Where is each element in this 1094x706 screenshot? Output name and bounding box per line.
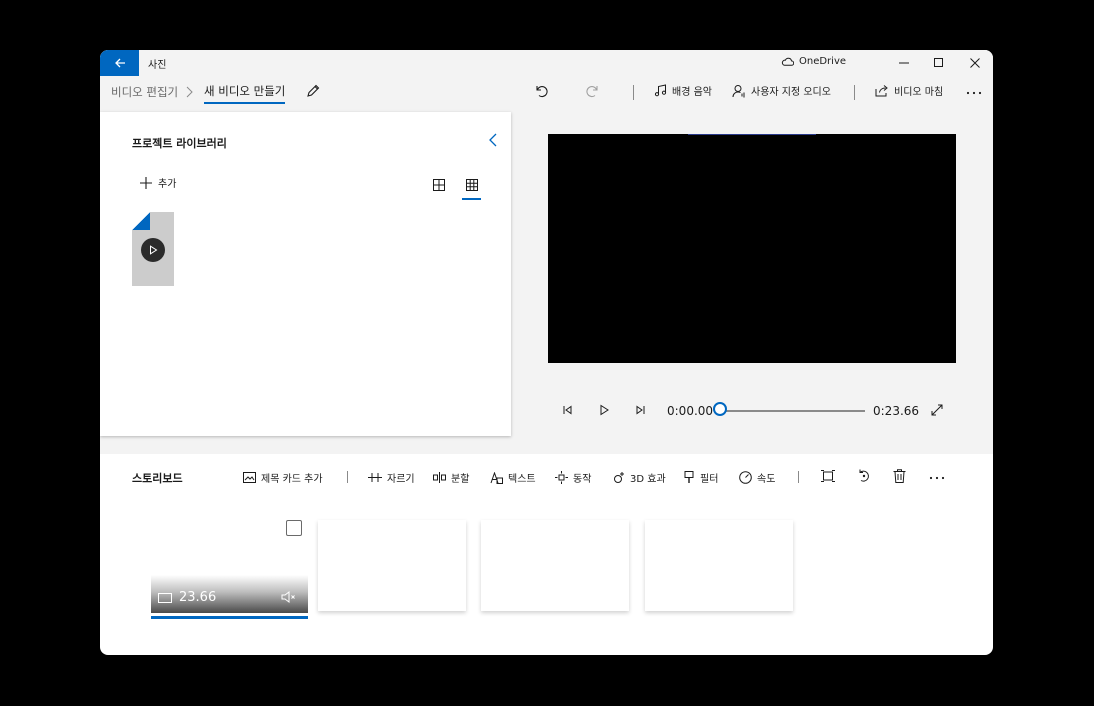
custom-audio-button[interactable]: 사용자 지정 오디오 [732, 83, 831, 98]
add-title-card-button[interactable]: 제목 카드 추가 [243, 470, 323, 485]
clip-duration: 23.66 [179, 590, 217, 605]
app-window: 사진 OneDrive 비디오 편집기 새 비디오 만들기 배경 음악 사용자 … [100, 50, 993, 655]
video-preview[interactable] [548, 134, 956, 363]
title-bar: 사진 OneDrive [100, 50, 993, 76]
motion-icon [555, 471, 568, 484]
title-card-icon [243, 472, 256, 483]
play-icon [150, 245, 158, 255]
person-audio-icon [732, 84, 745, 97]
add-title-card-label: 제목 카드 추가 [261, 474, 323, 485]
command-bar: 비디오 편집기 새 비디오 만들기 배경 음악 사용자 지정 오디오 비디오 마… [100, 76, 993, 112]
filters-button[interactable]: 필터 [684, 470, 718, 485]
selected-corner-marker [132, 212, 150, 230]
small-grid-icon [465, 179, 478, 191]
small-grid-view-button[interactable] [462, 176, 481, 200]
more-options-icon[interactable] [966, 91, 982, 95]
empty-storyboard-slot[interactable] [481, 520, 629, 611]
maximize-icon [934, 58, 943, 67]
play-overlay-button[interactable] [141, 238, 165, 262]
total-duration: 0:23.66 [873, 404, 920, 418]
split-button[interactable]: 분할 [433, 470, 469, 485]
scrubber-thumb[interactable] [713, 402, 727, 416]
share-icon [875, 85, 888, 97]
background-music-label: 배경 음악 [672, 87, 712, 98]
storyboard-clip[interactable]: 23.66 [151, 521, 308, 619]
background-music-button[interactable]: 배경 음악 [654, 83, 712, 98]
clip-image-icon [158, 593, 172, 603]
clip-select-checkbox[interactable] [286, 520, 302, 536]
plus-icon [140, 176, 152, 189]
back-button[interactable] [100, 50, 139, 76]
minimize-icon [899, 62, 909, 64]
mute-icon[interactable] [281, 591, 297, 603]
speed-label: 속도 [757, 474, 776, 485]
text-button[interactable]: 텍스트 [490, 470, 536, 485]
editor-upper-area: 프로젝트 라이브러리 추가 0:00.00 0:23.66 [100, 112, 993, 454]
play-button-icon[interactable] [598, 404, 610, 416]
trim-icon [368, 473, 382, 482]
current-time: 0:00.00 [667, 404, 714, 418]
finish-video-button[interactable]: 비디오 마침 [875, 83, 943, 98]
chevron-right-icon [186, 86, 193, 98]
filter-brush-icon [684, 471, 694, 483]
speedometer-icon [739, 471, 752, 484]
sparkle-3d-icon [614, 472, 624, 483]
clip-selection-bar [151, 616, 308, 619]
toolbar-divider [854, 85, 855, 100]
cloud-icon [781, 57, 794, 66]
app-title: 사진 [148, 60, 167, 71]
chevron-left-icon[interactable] [488, 133, 498, 147]
maximize-button[interactable] [921, 50, 957, 76]
onedrive-status[interactable]: OneDrive [781, 56, 846, 67]
media-thumbnail[interactable] [132, 212, 174, 286]
close-button[interactable] [957, 50, 993, 76]
custom-audio-label: 사용자 지정 오디오 [751, 87, 831, 98]
next-frame-icon[interactable] [635, 404, 647, 416]
scrubber-track[interactable] [722, 410, 865, 412]
music-note-icon [654, 84, 667, 97]
3d-effects-button[interactable]: 3D 효과 [612, 470, 666, 485]
back-arrow-icon [114, 58, 125, 68]
breadcrumb-video-editor[interactable]: 비디오 편집기 [111, 84, 178, 100]
trim-button[interactable]: 자르기 [368, 470, 415, 485]
3d-effects-label: 3D 효과 [630, 474, 666, 485]
delete-icon[interactable] [893, 469, 906, 483]
speed-button[interactable]: 속도 [739, 470, 775, 485]
storyboard-divider [347, 471, 348, 483]
text-icon [490, 471, 503, 484]
add-media-button[interactable]: 추가 [140, 175, 176, 190]
finish-video-label: 비디오 마침 [894, 87, 944, 98]
minimize-button[interactable] [886, 50, 922, 76]
undo-icon[interactable] [534, 84, 548, 98]
project-library-title: 프로젝트 라이브러리 [132, 137, 227, 150]
clip-thumbnail: 23.66 [151, 575, 308, 613]
large-grid-view-button[interactable] [433, 176, 445, 195]
project-library-panel: 프로젝트 라이브러리 추가 [100, 112, 511, 436]
split-label: 분할 [451, 474, 470, 485]
trim-label: 자르기 [387, 474, 415, 485]
storyboard-title: 스토리보드 [132, 472, 183, 485]
onedrive-label: OneDrive [799, 56, 847, 67]
empty-storyboard-slot[interactable] [318, 520, 466, 611]
storyboard-divider [798, 471, 799, 483]
previous-frame-icon[interactable] [561, 404, 573, 416]
filters-label: 필터 [700, 474, 719, 485]
storyboard-more-icon[interactable] [929, 476, 945, 480]
split-icon [433, 472, 446, 483]
rotate-icon[interactable] [857, 469, 871, 483]
toolbar-divider [633, 85, 634, 100]
redo-icon[interactable] [586, 84, 600, 98]
pencil-icon[interactable] [306, 84, 320, 98]
add-media-label: 추가 [158, 179, 177, 190]
motion-label: 동작 [573, 474, 592, 485]
large-grid-icon [433, 179, 445, 191]
close-icon [970, 58, 980, 68]
empty-storyboard-slot[interactable] [645, 520, 793, 611]
breadcrumb-project-name[interactable]: 새 비디오 만들기 [204, 83, 286, 104]
motion-button[interactable]: 동작 [555, 470, 591, 485]
preview-top-line [688, 134, 816, 135]
fullscreen-icon[interactable] [931, 404, 943, 416]
text-label: 텍스트 [508, 474, 536, 485]
resize-icon[interactable] [821, 469, 835, 483]
